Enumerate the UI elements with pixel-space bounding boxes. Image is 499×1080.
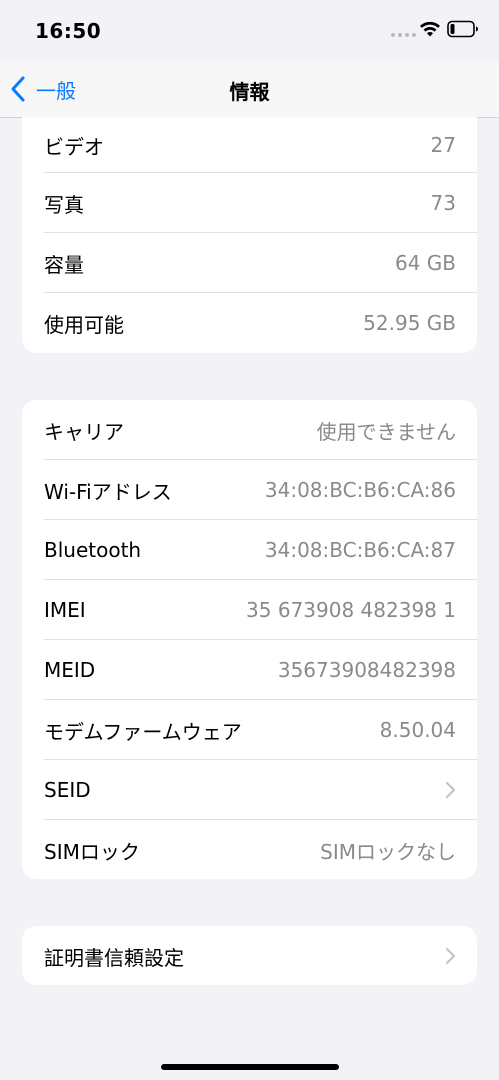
row-value: 34:08:BC:B6:CA:87: [264, 538, 456, 562]
page-title: 情報: [229, 80, 270, 104]
list-item-certificate-trust-settings[interactable]: 証明書信頼設定: [22, 926, 477, 985]
row-value: SIMロックなし: [320, 839, 456, 864]
row-label: キャリア: [44, 419, 124, 444]
row-label: SIMロック: [44, 839, 140, 864]
chevron-right-icon: [445, 781, 456, 799]
row-label: 容量: [44, 252, 84, 277]
row-value: 34:08:BC:B6:CA:86: [264, 478, 456, 502]
row-label: Bluetooth: [44, 538, 142, 562]
row-value: 使用できません: [316, 419, 456, 444]
row-label: ビデオ: [44, 134, 104, 159]
wifi-icon: [420, 21, 440, 37]
list-item-sim-lock: SIMロック SIMロックなし: [22, 820, 477, 879]
row-label: モデムファームウェア: [44, 719, 242, 744]
row-value: 27: [430, 133, 456, 157]
list-item-carrier: キャリア 使用できません: [22, 400, 477, 460]
row-value: 52.95 GB: [363, 311, 456, 335]
chevron-right-icon: [445, 947, 456, 965]
signal-dots-icon: [391, 33, 416, 37]
row-value: 35673908482398: [277, 658, 456, 682]
list-item-available: 使用可能 52.95 GB: [22, 293, 477, 353]
row-label: 使用可能: [44, 312, 124, 337]
list-item-seid[interactable]: SEID: [22, 760, 477, 820]
battery-icon: [447, 20, 478, 38]
row-value: 8.50.04: [379, 718, 456, 742]
navigation-bar: 一般 情報: [0, 60, 499, 118]
list-item-modem-firmware: モデムファームウェア 8.50.04: [22, 700, 477, 760]
list-item-videos: ビデオ 27: [22, 117, 477, 173]
home-indicator[interactable]: [161, 1064, 339, 1070]
row-label: SEID: [44, 778, 91, 802]
list-item-wifi-address: Wi-Fiアドレス 34:08:BC:B6:CA:86: [22, 460, 477, 520]
certificate-group: 証明書信頼設定: [22, 926, 477, 985]
status-bar: 16:50: [0, 0, 499, 60]
list-item-photos: 写真 73: [22, 173, 477, 233]
row-value: 73: [430, 191, 456, 215]
list-item-capacity: 容量 64 GB: [22, 233, 477, 293]
row-value: 35 673908 482398 1: [246, 598, 456, 622]
row-label: MEID: [44, 658, 96, 682]
row-label: 写真: [44, 192, 84, 217]
status-time: 16:50: [35, 19, 102, 43]
row-label: IMEI: [44, 598, 86, 622]
row-label: Wi-Fiアドレス: [44, 479, 172, 504]
network-info-group: キャリア 使用できません Wi-Fiアドレス 34:08:BC:B6:CA:86…: [22, 400, 477, 879]
media-storage-group: ビデオ 27 写真 73 容量 64 GB 使用可能 52.95 GB: [22, 117, 477, 353]
list-item-bluetooth: Bluetooth 34:08:BC:B6:CA:87: [22, 520, 477, 580]
row-value: 64 GB: [394, 251, 456, 275]
list-item-imei: IMEI 35 673908 482398 1: [22, 580, 477, 640]
row-label: 証明書信頼設定: [44, 945, 184, 970]
list-item-meid: MEID 35673908482398: [22, 640, 477, 700]
